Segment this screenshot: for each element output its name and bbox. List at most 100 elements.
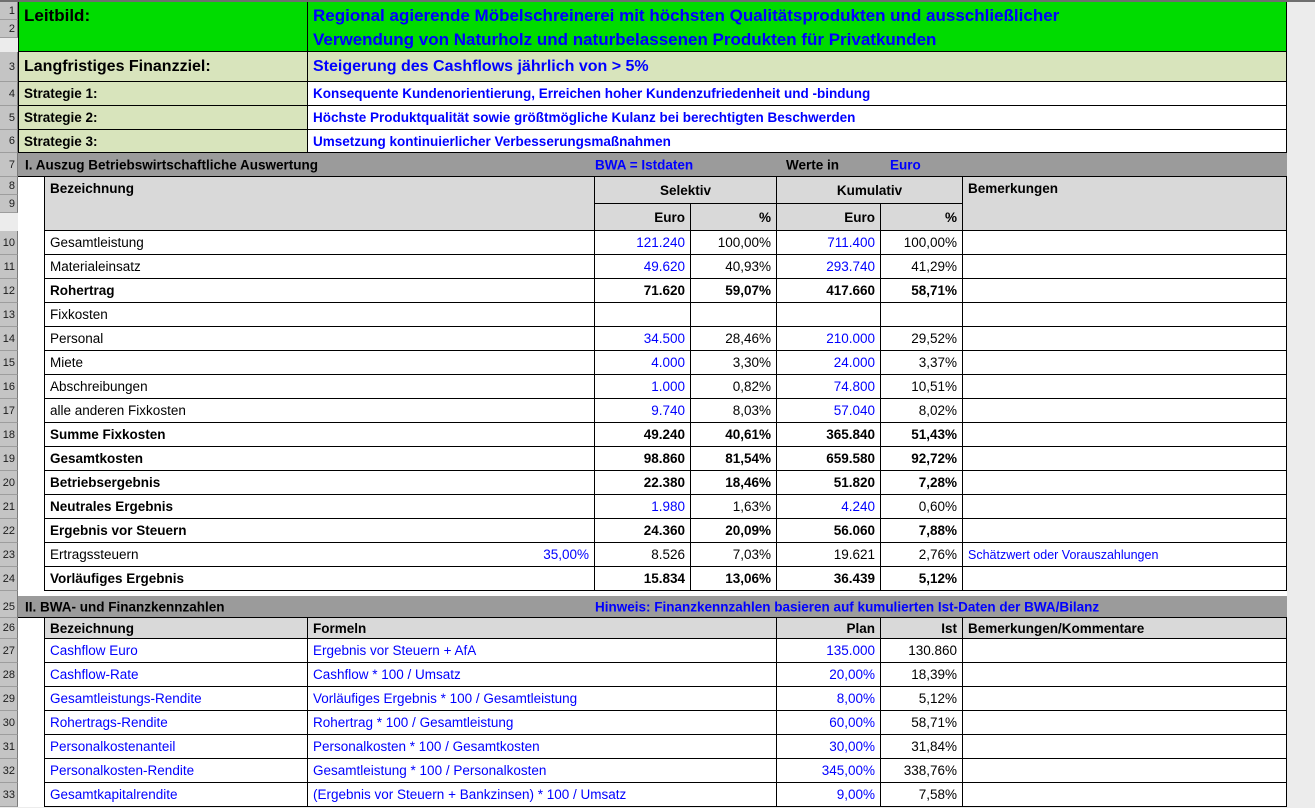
cell-selektiv-pct[interactable]: 40,61% [691,423,777,447]
cell-ist[interactable]: 5,12% [881,687,963,711]
cell-selektiv-pct[interactable]: 20,09% [691,519,777,543]
row-number[interactable]: 1 [0,2,18,20]
cell-formel[interactable]: Cashflow * 100 / Umsatz [308,663,777,687]
row-number[interactable]: 26 [0,618,18,639]
section2-header-bar[interactable]: II. BWA- und Finanzkennzahlen Hinweis: F… [18,596,1287,618]
cell-kumulativ-pct[interactable]: 2,76% [881,543,963,567]
cell-bemerkung[interactable] [963,279,1287,303]
cell-formel[interactable]: Personalkosten * 100 / Gesamtkosten [308,735,777,759]
cell-selektiv-pct[interactable]: 13,06% [691,567,777,591]
cell-selektiv-pct[interactable]: 28,46% [691,327,777,351]
cell-kumulativ-pct[interactable]: 10,51% [881,375,963,399]
cell-plan[interactable]: 30,00% [777,735,881,759]
cell-bemerkung[interactable] [963,231,1287,255]
cell-bemerkung[interactable] [963,423,1287,447]
row-number[interactable]: 32 [0,759,18,783]
cell-bemerkung[interactable] [963,327,1287,351]
cell-kumulativ-euro[interactable]: 57.040 [777,399,881,423]
cell-formel[interactable]: (Ergebnis vor Steuern + Bankzinsen) * 10… [308,783,777,807]
cell-selektiv-pct[interactable]: 40,93% [691,255,777,279]
row-number[interactable]: 6 [0,130,18,153]
cell-kumulativ-euro[interactable]: 36.439 [777,567,881,591]
cell-ist[interactable]: 58,71% [881,711,963,735]
cell-bezeichnung[interactable]: Personal [44,327,595,351]
header-kumulativ[interactable]: Kumulativ [777,177,963,204]
cell-formel[interactable]: Rohertrag * 100 / Gesamtleistung [308,711,777,735]
strategie-3-text-cell[interactable]: Umsetzung kontinuierlicher Verbesserungs… [308,130,1287,153]
row-number[interactable]: 29 [0,687,18,711]
cell-selektiv-euro[interactable]: 1.980 [595,495,691,519]
cell-selektiv-pct[interactable]: 59,07% [691,279,777,303]
cell-kumulativ-euro[interactable]: 293.740 [777,255,881,279]
row-number[interactable]: 16 [0,375,18,399]
cell-kumulativ-euro[interactable]: 365.840 [777,423,881,447]
cell-bemerkung[interactable] [963,447,1287,471]
cell-selektiv-euro[interactable]: 9.740 [595,399,691,423]
header-bezeichnung[interactable]: Bezeichnung [44,618,308,639]
cell-kennzahl[interactable]: Personalkosten-Rendite [44,759,308,783]
row-number[interactable]: 9 [0,195,18,213]
cell-bemerkung[interactable] [963,783,1287,807]
cell-bezeichnung[interactable]: Vorläufiges Ergebnis [44,567,595,591]
row-number[interactable]: 14 [0,327,18,351]
cell-bemerkung[interactable] [963,255,1287,279]
cell-kumulativ-euro[interactable]: 51.820 [777,471,881,495]
cell-bezeichnung[interactable]: Betriebsergebnis [44,471,595,495]
cell-plan[interactable]: 345,00% [777,759,881,783]
cell-bemerkung[interactable] [963,351,1287,375]
cell-kumulativ-pct[interactable]: 58,71% [881,279,963,303]
header-selektiv-euro[interactable]: Euro [595,204,691,231]
cell-kumulativ-pct[interactable] [881,303,963,327]
cell-selektiv-euro[interactable] [595,303,691,327]
cell-selektiv-euro[interactable]: 22.380 [595,471,691,495]
row-number[interactable]: 8 [0,177,18,195]
cell-selektiv-pct[interactable]: 81,54% [691,447,777,471]
cell-selektiv-pct[interactable]: 8,03% [691,399,777,423]
row-number[interactable]: 4 [0,82,18,106]
row-number[interactable]: 10 [0,231,18,255]
cell-selektiv-euro[interactable]: 49.240 [595,423,691,447]
row-number[interactable]: 17 [0,399,18,423]
cell-kumulativ-euro[interactable]: 74.800 [777,375,881,399]
cell-kennzahl[interactable]: Gesamtleistungs-Rendite [44,687,308,711]
header-bemerkungen-kommentare[interactable]: Bemerkungen/Kommentare [963,618,1287,639]
cell-bemerkung[interactable] [963,687,1287,711]
cell-bemerkung[interactable] [963,495,1287,519]
row-number[interactable]: 7 [0,153,18,177]
cell-selektiv-pct[interactable]: 100,00% [691,231,777,255]
header-selektiv-pct[interactable]: % [691,204,777,231]
cell-bemerkung[interactable] [963,303,1287,327]
cell-kumulativ-pct[interactable]: 3,37% [881,351,963,375]
cell-bezeichnung[interactable]: Ertragssteuern 35,00% [44,543,595,567]
row-number[interactable]: 22 [0,519,18,543]
cell-selektiv-pct[interactable]: 1,63% [691,495,777,519]
strategie-1-text-cell[interactable]: Konsequente Kundenorientierung, Erreiche… [308,82,1287,106]
header-formeln[interactable]: Formeln [308,618,777,639]
row-number[interactable]: 27 [0,639,18,663]
cell-selektiv-pct[interactable]: 7,03% [691,543,777,567]
cell-kumulativ-pct[interactable]: 7,88% [881,519,963,543]
row-number[interactable]: 25 [0,596,18,618]
cell-ist[interactable]: 31,84% [881,735,963,759]
cell-bemerkung[interactable] [963,759,1287,783]
leitbild-label-cell[interactable]: Leitbild: [18,2,308,52]
cell-kumulativ-pct[interactable]: 7,28% [881,471,963,495]
cell-bezeichnung[interactable]: Rohertrag [44,279,595,303]
cell-bemerkung[interactable] [963,375,1287,399]
cell-bezeichnung[interactable]: Miete [44,351,595,375]
strategie-3-label-cell[interactable]: Strategie 3: [18,130,308,153]
header-selektiv[interactable]: Selektiv [595,177,777,204]
header-ist[interactable]: Ist [881,618,963,639]
cell-kumulativ-pct[interactable]: 5,12% [881,567,963,591]
finanzziel-text-cell[interactable]: Steigerung des Cashflows jährlich von > … [308,52,1287,82]
cell-selektiv-euro[interactable]: 121.240 [595,231,691,255]
cell-kumulativ-pct[interactable]: 0,60% [881,495,963,519]
header-kumulativ-euro[interactable]: Euro [777,204,881,231]
cell-selektiv-euro[interactable]: 4.000 [595,351,691,375]
cell-kumulativ-euro[interactable]: 56.060 [777,519,881,543]
cell-plan[interactable]: 135.000 [777,639,881,663]
cell-kumulativ-pct[interactable]: 41,29% [881,255,963,279]
cell-kumulativ-euro[interactable]: 659.580 [777,447,881,471]
header-kumulativ-pct[interactable]: % [881,204,963,231]
cell-bemerkung[interactable] [963,639,1287,663]
